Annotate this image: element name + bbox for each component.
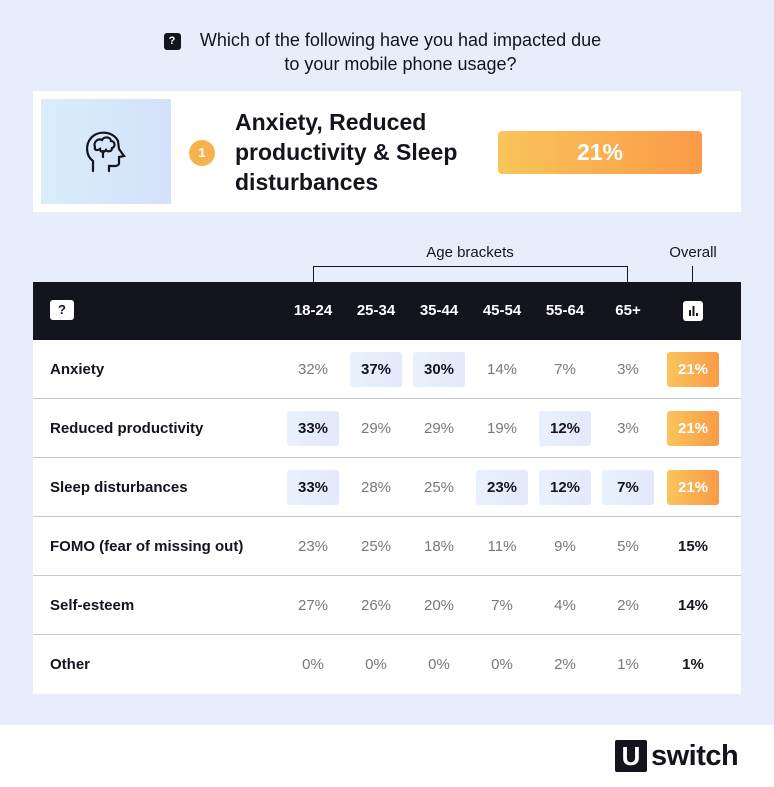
- row-label: Self-esteem: [50, 597, 135, 614]
- value-cell: 32%: [297, 361, 329, 378]
- column-header: 55-64: [545, 302, 585, 319]
- value-cell: 23%: [297, 538, 329, 555]
- table-row: Reduced productivity 33% 29% 29% 19% 12% 3% 21%: [33, 399, 741, 458]
- column-header: 45-54: [482, 302, 522, 319]
- value-cell: 9%: [554, 538, 576, 555]
- value-cell: 4%: [554, 597, 576, 614]
- top-result-card: 1 Anxiety, Reduced productivity & Sleep …: [33, 91, 741, 212]
- overall-cell: 15%: [677, 538, 709, 555]
- column-header: 18-24: [293, 302, 333, 319]
- value-cell: 12%: [539, 470, 591, 505]
- value-cell: 28%: [360, 479, 392, 496]
- value-cell: 27%: [297, 597, 329, 614]
- value-cell: 7%: [491, 597, 513, 614]
- value-cell: 33%: [287, 411, 339, 446]
- value-cell: 25%: [360, 538, 392, 555]
- value-cell: 20%: [423, 597, 455, 614]
- value-cell: 3%: [617, 361, 639, 378]
- value-cell: 5%: [617, 538, 639, 555]
- row-label: Other: [50, 656, 91, 673]
- row-label: Anxiety: [50, 361, 105, 378]
- question-icon: ?: [50, 300, 74, 320]
- table-row: Sleep disturbances 33% 28% 25% 23% 12% 7% 21%: [33, 458, 741, 517]
- value-cell: 14%: [486, 361, 518, 378]
- uswitch-logo: U switch: [615, 739, 739, 772]
- value-cell: 29%: [360, 420, 392, 437]
- value-cell: 2%: [617, 597, 639, 614]
- footer: U switch: [0, 725, 774, 787]
- bar-chart-icon: [683, 301, 703, 321]
- value-cell: 30%: [413, 352, 465, 387]
- value-cell: 12%: [539, 411, 591, 446]
- brain-head-icon: [41, 99, 171, 204]
- overall-cell: 21%: [667, 470, 719, 505]
- top-result-title: Anxiety, Reduced productivity & Sleep di…: [235, 109, 458, 195]
- column-header: 35-44: [419, 302, 459, 319]
- logo-text: switch: [651, 739, 739, 772]
- value-cell: 33%: [287, 470, 339, 505]
- value-cell: 1%: [617, 656, 639, 673]
- top-result-value: 21%: [498, 131, 702, 174]
- value-cell: 2%: [554, 656, 576, 673]
- value-cell: 0%: [428, 656, 450, 673]
- table-row: FOMO (fear of missing out) 23% 25% 18% 11% 9%…: [33, 517, 741, 576]
- age-bracket-line: [313, 266, 628, 282]
- rank-badge: 1: [189, 140, 215, 166]
- value-cell: 37%: [350, 352, 402, 387]
- overall-cell: 21%: [667, 352, 719, 387]
- table-row: Other 0% 0% 0% 0% 2% 1% 1%: [33, 635, 741, 694]
- logo-mark: U: [615, 740, 647, 772]
- value-cell: 26%: [360, 597, 392, 614]
- age-brackets-label: Age brackets: [426, 244, 514, 261]
- table-row: Anxiety 32% 37% 30% 14% 7% 3% 21%: [33, 340, 741, 399]
- results-table: ? 18-24 25-34 35-44 45-54 55-64 65+ Anxiety 32…: [33, 282, 741, 694]
- table-row: Self-esteem 27% 26% 20% 7% 4% 2% 14%: [33, 576, 741, 635]
- value-cell: 19%: [486, 420, 518, 437]
- overall-cell: 14%: [677, 597, 709, 614]
- question-title: ? Which of the following have you had imp…: [0, 28, 774, 76]
- value-cell: 23%: [476, 470, 528, 505]
- value-cell: 0%: [365, 656, 387, 673]
- value-cell: 29%: [423, 420, 455, 437]
- value-cell: 3%: [617, 420, 639, 437]
- column-header: 25-34: [356, 302, 396, 319]
- question-icon: ?: [163, 33, 181, 50]
- value-cell: 0%: [302, 656, 324, 673]
- value-cell: 0%: [491, 656, 513, 673]
- overall-line: [692, 266, 693, 282]
- value-cell: 7%: [602, 470, 654, 505]
- value-cell: 18%: [423, 538, 455, 555]
- row-label: Reduced productivity: [50, 420, 204, 437]
- table-header: ? 18-24 25-34 35-44 45-54 55-64 65+: [33, 282, 741, 340]
- value-cell: 25%: [423, 479, 455, 496]
- overall-cell: 21%: [667, 411, 719, 446]
- row-label: FOMO (fear of missing out): [50, 538, 244, 555]
- value-cell: 11%: [487, 538, 517, 555]
- table-body: Anxiety 32% 37% 30% 14% 7% 3% 21% Reduced produc…: [33, 340, 741, 694]
- overall-label: Overall: [669, 244, 717, 261]
- value-cell: 7%: [554, 361, 576, 378]
- overall-cell: 1%: [682, 656, 704, 673]
- row-label: Sleep disturbances: [50, 479, 188, 496]
- column-header: 65+: [615, 302, 641, 319]
